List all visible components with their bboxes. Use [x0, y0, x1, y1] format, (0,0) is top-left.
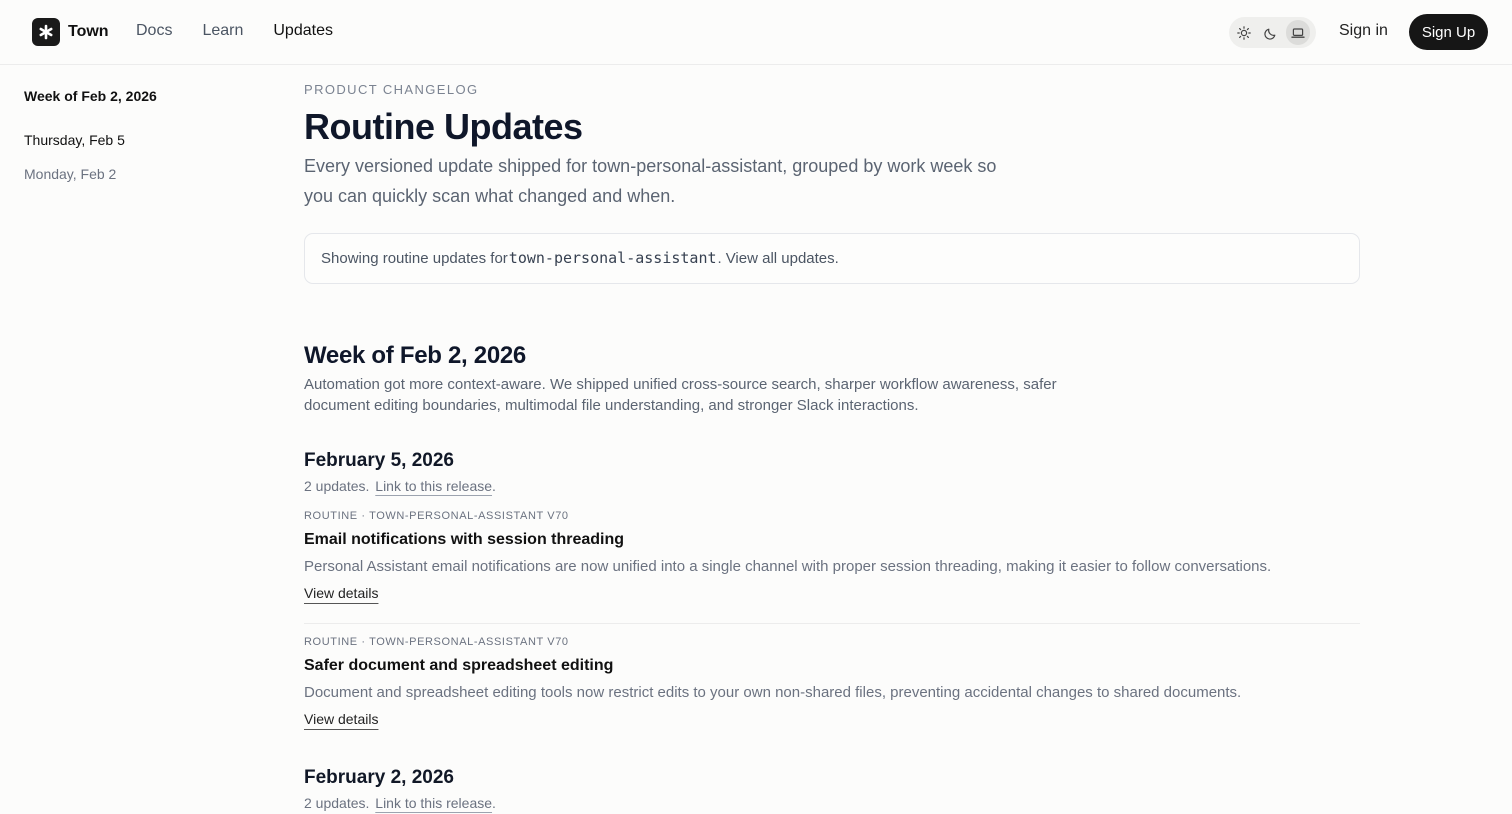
page-eyebrow: PRODUCT CHANGELOG [304, 82, 479, 97]
update-entry: ROUTINE · TOWN-PERSONAL-ASSISTANT V70 Em… [304, 494, 1360, 623]
period: . [492, 477, 496, 494]
sign-up-button[interactable]: Sign Up [1409, 14, 1488, 50]
update-description: Document and spreadsheet editing tools n… [304, 683, 1242, 701]
notice-prefix: Showing routine updates for [321, 249, 508, 267]
update-tag: ROUTINE · TOWN-PERSONAL-ASSISTANT V70 [304, 509, 569, 522]
sidebar-day-feb-5[interactable]: Thursday, Feb 5 [24, 132, 244, 148]
day-meta: 2 updates. Link to this release. [304, 478, 1360, 494]
top-navigation-bar: Town Docs Learn Updates Sign in Sign Up [0, 0, 1512, 65]
nav-updates[interactable]: Updates [273, 22, 333, 40]
update-tag: ROUTINE · TOWN-PERSONAL-ASSISTANT V70 [304, 635, 569, 648]
town-logo-icon [32, 18, 60, 46]
period: . [492, 794, 496, 811]
day-meta: 2 updates. Link to this release. [304, 795, 1360, 811]
notice-assistant-name: town-personal-assistant [508, 249, 717, 268]
view-all-updates-link[interactable]: View all updates. [726, 250, 839, 267]
update-title: Email notifications with session threadi… [304, 530, 625, 548]
week-title: Week of Feb 2, 2026 [304, 341, 526, 369]
brand-name: Town [68, 23, 109, 40]
update-count: 2 updates. [304, 794, 370, 811]
sun-icon [1237, 25, 1251, 40]
notice-suffix: . [717, 249, 722, 267]
main-nav: Docs Learn Updates [136, 22, 333, 40]
moon-icon [1264, 28, 1276, 40]
page-subtitle: Every versioned update shipped for town-… [304, 155, 997, 206]
update-description: Personal Assistant email notifications a… [304, 557, 1272, 575]
theme-toggle [1229, 17, 1316, 48]
brand-link[interactable]: Town [32, 18, 109, 46]
update-count: 2 updates. [304, 477, 370, 494]
filter-notice: Showing routine updates for town-persona… [304, 232, 1360, 284]
update-title: Safer document and spreadsheet editing [304, 656, 614, 674]
sidebar-week-link[interactable]: Week of Feb 2, 2026 [24, 88, 244, 104]
system-theme-button[interactable] [1286, 20, 1310, 45]
day-title: February 2, 2026 [304, 766, 454, 788]
laptop-icon [1291, 27, 1305, 38]
day-title: February 5, 2026 [304, 449, 454, 471]
day-section-feb-2: February 2, 2026 2 updates. Link to this… [304, 767, 1360, 811]
nav-learn[interactable]: Learn [202, 22, 243, 40]
nav-docs[interactable]: Docs [136, 22, 172, 40]
week-description: Automation got more context-aware. We sh… [304, 375, 1057, 414]
update-entry: ROUTINE · TOWN-PERSONAL-ASSISTANT V70 Sa… [304, 622, 1360, 749]
page-title: Routine Updates [304, 106, 583, 147]
release-link[interactable]: Link to this release [375, 795, 492, 811]
changelog-main: PRODUCT CHANGELOG Routine Updates Every … [304, 82, 1360, 811]
view-details-link[interactable]: View details [304, 711, 378, 727]
light-theme-button[interactable] [1232, 20, 1256, 45]
sidebar-day-feb-2[interactable]: Monday, Feb 2 [24, 166, 244, 182]
view-details-link[interactable]: View details [304, 585, 378, 601]
changelog-sidebar: Week of Feb 2, 2026 Thursday, Feb 5 Mond… [24, 88, 244, 182]
day-section-feb-5: February 5, 2026 2 updates. Link to this… [304, 450, 1360, 749]
dark-theme-button[interactable] [1259, 20, 1283, 45]
sign-in-link[interactable]: Sign in [1339, 22, 1388, 40]
release-link[interactable]: Link to this release [375, 478, 492, 494]
